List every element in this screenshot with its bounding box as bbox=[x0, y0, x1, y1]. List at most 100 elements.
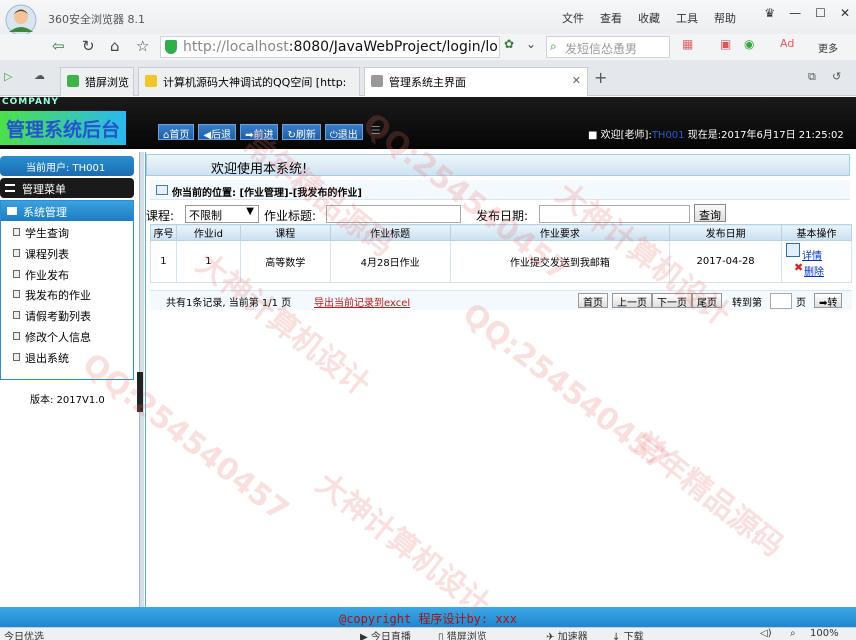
new-tab-icon[interactable]: + bbox=[594, 68, 607, 87]
plugin-icon[interactable]: ◉ bbox=[744, 37, 754, 51]
home-icon[interactable]: ⌂ bbox=[110, 37, 120, 55]
sidebar-item-label: 我发布的作业 bbox=[25, 289, 91, 303]
col-course: 课程 bbox=[239, 224, 331, 241]
zoom-level[interactable]: 100% bbox=[810, 628, 839, 639]
menu-view[interactable]: 查看 bbox=[600, 10, 622, 26]
page-number-input[interactable] bbox=[770, 293, 792, 309]
sidebar-toggle-icon[interactable]: ▷ bbox=[4, 70, 12, 83]
address-bar[interactable]: http://localhost:8080/JavaWebProject/log… bbox=[160, 36, 500, 58]
last-page-button[interactable]: 尾页 bbox=[692, 293, 722, 309]
search-input[interactable]: 发短信怂恿男 bbox=[565, 40, 637, 57]
gear-green-icon[interactable]: ✿ bbox=[504, 37, 514, 51]
chevron-down-icon[interactable]: ⌄ bbox=[526, 37, 536, 51]
delete-link[interactable]: 删除 bbox=[804, 263, 824, 278]
table-header-row: 序号 作业id 课程 作业标题 作业要求 发布日期 基本操作 bbox=[150, 224, 852, 241]
toolbar-back-button[interactable]: ◀后退 bbox=[198, 124, 237, 141]
export-excel-link[interactable]: 导出当前记录到excel bbox=[314, 294, 410, 309]
time-value: 2017年6月17日 21:25:02 bbox=[721, 130, 844, 141]
sidebar-item-edit-profile[interactable]: 修改个人信息 bbox=[1, 325, 133, 346]
doc-icon bbox=[13, 331, 20, 340]
toolbar-home-button[interactable]: ⌂首页 bbox=[158, 124, 195, 141]
back-icon[interactable]: ⇦ bbox=[52, 37, 65, 55]
status-screen[interactable]: ▯ 猎屏浏览 bbox=[438, 628, 487, 640]
cell-title: 4月28日作业 bbox=[329, 240, 451, 283]
sidebar-item-logout[interactable]: 退出系统 bbox=[1, 346, 133, 367]
cell-id: 1 bbox=[175, 240, 241, 283]
menu-favorites[interactable]: 收藏 bbox=[638, 10, 660, 26]
menu-file[interactable]: 文件 bbox=[562, 10, 584, 26]
cloud-icon[interactable]: ☁ bbox=[34, 69, 45, 82]
course-label: 课程: bbox=[146, 209, 175, 223]
maximize-icon[interactable]: ☐ bbox=[815, 6, 826, 20]
refresh-icon[interactable]: ↻ bbox=[82, 37, 95, 55]
col-actions: 基本操作 bbox=[781, 224, 852, 241]
restore-tab-icon[interactable]: ⧉ bbox=[808, 70, 816, 84]
search-icon: ⌕ bbox=[550, 39, 557, 53]
edit-icon[interactable] bbox=[786, 243, 801, 257]
apps-icon[interactable]: ▦ bbox=[682, 37, 693, 51]
menu-tools[interactable]: 工具 bbox=[676, 10, 698, 26]
tab-close-icon[interactable]: ✕ bbox=[572, 74, 581, 87]
minimize-icon[interactable]: — bbox=[789, 6, 801, 20]
skin-icon[interactable]: ♛ bbox=[764, 6, 775, 20]
date-input[interactable] bbox=[539, 205, 690, 223]
search-box[interactable]: ⌕ 发短信怂恿男 bbox=[546, 36, 670, 58]
volume-icon[interactable]: ◁) bbox=[760, 628, 772, 639]
sidebar-item-my-homework[interactable]: 我发布的作业 bbox=[1, 283, 133, 304]
cell-actions: 详情 ✖ 删除 bbox=[781, 240, 852, 283]
toolbar-home-label: 首页 bbox=[169, 130, 190, 141]
sidebar-item-student-query[interactable]: 学生查询 bbox=[1, 221, 133, 242]
next-page-button[interactable]: 下一页 bbox=[652, 293, 692, 309]
query-button[interactable]: 查询 bbox=[694, 204, 726, 222]
go-button[interactable]: ➡转 bbox=[814, 293, 843, 309]
toolbar-refresh-label: 刷新 bbox=[295, 130, 316, 141]
more-button[interactable]: 更多 bbox=[818, 40, 838, 55]
browser-titlebar: 360安全浏览器 8.1 文件 查看 收藏 工具 帮助 ♛ — ☐ ✕ bbox=[0, 0, 856, 36]
prev-page-button[interactable]: 上一页 bbox=[612, 293, 652, 309]
toolbar-logout-button[interactable]: ⏻退出 bbox=[324, 124, 363, 141]
undo-close-icon[interactable]: ↺ bbox=[832, 70, 841, 83]
sidebar-item-label: 请假考勤列表 bbox=[25, 310, 91, 324]
tab-qq-space[interactable]: 计算机源码大神调试的QQ空间 [http: bbox=[138, 67, 360, 96]
app-header: COMPANY 管理系统后台 ⌂首页 ◀后退 ➡前进 ↻刷新 ⏻退出 ☰ ■ 欢… bbox=[0, 97, 856, 149]
status-live[interactable]: ▶ 今日直播 bbox=[360, 628, 411, 640]
title-input[interactable] bbox=[326, 205, 461, 223]
status-download-label: 下载 bbox=[623, 632, 644, 640]
detail-link[interactable]: 详情 bbox=[802, 247, 822, 262]
status-download[interactable]: ↓ 下载 bbox=[612, 628, 644, 640]
sidebar-item-publish-homework[interactable]: 作业发布 bbox=[1, 263, 133, 284]
status-accelerate[interactable]: ✈ 加速器 bbox=[546, 628, 588, 640]
sidebar-item-course-list[interactable]: 课程列表 bbox=[1, 242, 133, 263]
address-text[interactable]: http://localhost:8080/JavaWebProject/log… bbox=[183, 39, 498, 55]
first-page-button[interactable]: 首页 bbox=[578, 293, 608, 309]
col-requirement: 作业要求 bbox=[449, 224, 671, 241]
sidebar-item-label: 作业发布 bbox=[25, 268, 69, 282]
adblock-icon[interactable]: Ad bbox=[780, 37, 794, 50]
welcome-message: 欢迎使用本系统! bbox=[211, 162, 308, 177]
menu-grid-icon bbox=[5, 184, 15, 192]
tab-management[interactable]: 管理系统主界面 ✕ bbox=[364, 67, 588, 96]
menu-help[interactable]: 帮助 bbox=[714, 10, 736, 26]
extension-icon[interactable]: ▣ bbox=[720, 37, 731, 51]
tab-label: 计算机源码大神调试的QQ空间 [http: bbox=[163, 76, 347, 89]
close-icon[interactable]: ✕ bbox=[840, 6, 850, 20]
status-recommend[interactable]: 今日优选 bbox=[4, 628, 44, 640]
zoom-icon[interactable]: ⌕ bbox=[790, 628, 796, 639]
toolbar-refresh-button[interactable]: ↻刷新 bbox=[282, 124, 321, 141]
security-shield-icon bbox=[165, 40, 177, 54]
toolbar-forward-button[interactable]: ➡前进 bbox=[240, 124, 279, 141]
sidebar-item-label: 退出系统 bbox=[25, 351, 69, 365]
col-index: 序号 bbox=[150, 224, 177, 241]
tab-screen-browse[interactable]: 猎屏浏览 bbox=[60, 67, 134, 96]
course-select[interactable]: 不限制 ▼ bbox=[185, 205, 259, 223]
favorite-star-icon[interactable]: ☆ bbox=[136, 37, 149, 55]
status-accelerate-label: 加速器 bbox=[557, 632, 588, 640]
sidebar-item-leave-attendance[interactable]: 请假考勤列表 bbox=[1, 304, 133, 325]
menu-group-system[interactable]: 系统管理 bbox=[1, 201, 133, 221]
star-tab-icon bbox=[145, 75, 157, 87]
menu-header[interactable]: 管理菜单 bbox=[0, 178, 134, 198]
copyright-text: @copyright 程序设计by: xxx bbox=[338, 612, 518, 626]
company-logo: COMPANY bbox=[2, 97, 59, 107]
sidebar-collapse-handle[interactable] bbox=[137, 372, 143, 412]
delete-x-icon[interactable]: ✖ bbox=[794, 261, 803, 274]
